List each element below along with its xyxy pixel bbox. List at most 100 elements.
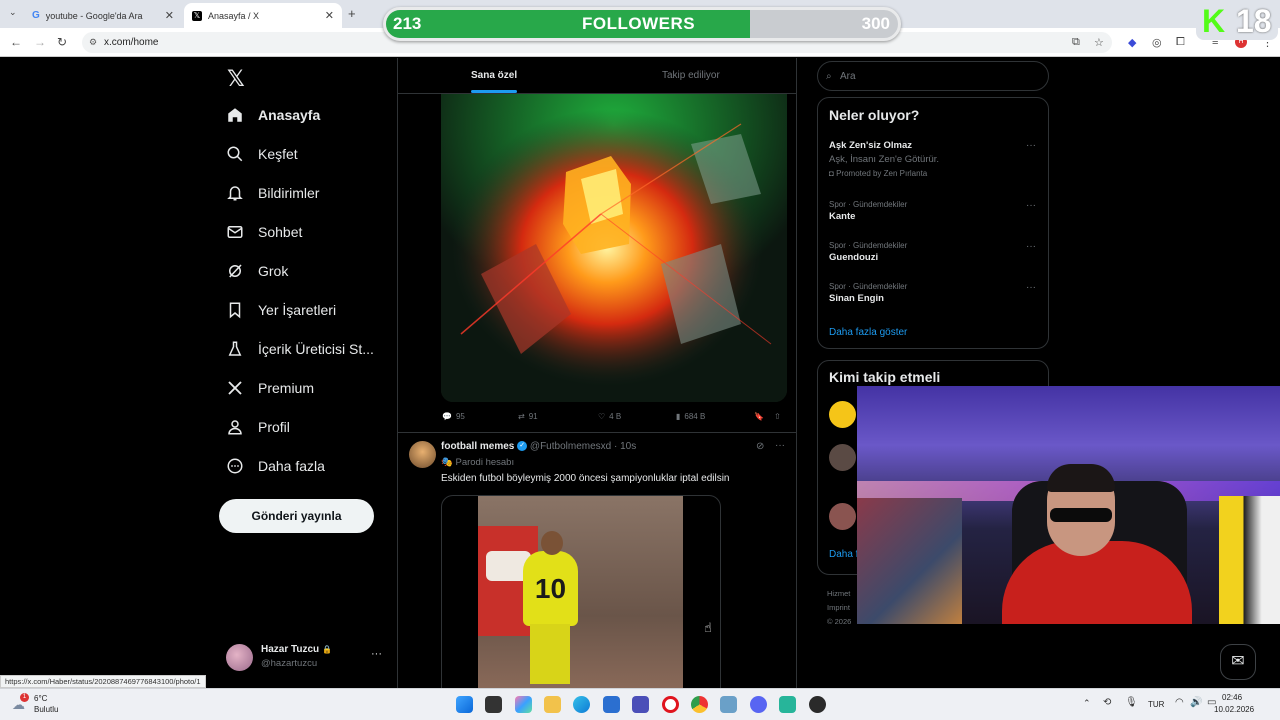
- x-logo-icon[interactable]: 𝕏: [227, 66, 245, 92]
- opera-icon[interactable]: [662, 696, 679, 713]
- tray-chevron-icon[interactable]: ⌃: [1083, 698, 1091, 709]
- search-icon: [227, 146, 243, 162]
- tab-for-you[interactable]: Sana özel: [471, 70, 517, 81]
- clock-date[interactable]: 10.02.2026: [1214, 705, 1254, 714]
- more-icon[interactable]: ···: [1026, 241, 1036, 252]
- footer-link[interactable]: Hizmet: [827, 587, 851, 601]
- home-icon: [228, 108, 242, 122]
- like-action[interactable]: ♡ 4 B: [598, 412, 621, 421]
- close-tab-icon[interactable]: ✕: [325, 9, 334, 22]
- tab-list-chevron-icon[interactable]: ⌄: [9, 7, 17, 18]
- edge-icon[interactable]: [573, 696, 590, 713]
- author-handle[interactable]: @Futbolmemesxd: [530, 441, 611, 452]
- nav-item-premium[interactable]: Premium: [226, 379, 314, 397]
- tweet[interactable]: football memes ✓ @Futbolmemesxd · 10s ⊘ …: [398, 432, 796, 484]
- trend-item[interactable]: Spor · Gündemdekiler Guendouzi: [829, 241, 907, 263]
- views-action[interactable]: ▮ 684 B: [676, 412, 705, 421]
- nav-item-grok[interactable]: Grok: [226, 262, 288, 280]
- teams-icon[interactable]: [632, 696, 649, 713]
- author-name[interactable]: football memes: [441, 441, 514, 452]
- volume-icon[interactable]: 🔊: [1190, 697, 1202, 708]
- tweet-image[interactable]: [441, 94, 787, 402]
- store-icon[interactable]: [603, 696, 620, 713]
- reload-icon[interactable]: ↻: [57, 35, 67, 49]
- nav-item-more[interactable]: Daha fazla: [226, 457, 325, 475]
- nav-item-creator-studio[interactable]: İçerik Üreticisi St...: [226, 340, 374, 358]
- avatar[interactable]: [829, 444, 856, 471]
- more-icon[interactable]: ···: [775, 440, 785, 451]
- clock-time[interactable]: 02:46: [1222, 693, 1242, 702]
- more-icon[interactable]: ···: [1026, 200, 1036, 211]
- nav-label: Sohbet: [258, 224, 303, 240]
- account-switcher[interactable]: Hazar Tuzcu 🔒 @hazartuzcu ···: [226, 642, 391, 672]
- tweet-text: Eskiden futbol böyleymiş 2000 öncesi şam…: [441, 473, 730, 484]
- promoted-trend[interactable]: Aşk Zen'siz Olmaz Aşk, İnsanı Zen'e Götü…: [829, 140, 1034, 178]
- player-legs: [530, 624, 570, 684]
- close-tab-icon[interactable]: ✕: [165, 9, 174, 22]
- copilot-icon[interactable]: [515, 696, 532, 713]
- file-explorer-icon[interactable]: [544, 696, 561, 713]
- more-icon[interactable]: ···: [1026, 282, 1036, 293]
- nav-item-bookmarks[interactable]: Yer İşaretleri: [226, 301, 336, 319]
- nav-label: Anasayfa: [258, 107, 321, 123]
- show-more-link[interactable]: Daha f: [829, 549, 858, 560]
- trend-item[interactable]: Spor · Gündemdekiler Kante: [829, 200, 907, 222]
- tweet-time[interactable]: · 10s: [614, 441, 636, 452]
- trend-item[interactable]: Spor · Gündemdekiler Sinan Engin: [829, 282, 907, 304]
- extension-icon[interactable]: ◎: [1152, 36, 1162, 49]
- reply-icon: 💬: [442, 412, 452, 421]
- nav-item-notifications[interactable]: Bildirimler: [226, 184, 319, 202]
- extension-icon[interactable]: ◆: [1128, 36, 1136, 49]
- reply-action[interactable]: 💬 95: [442, 412, 465, 421]
- extensions-puzzle-icon[interactable]: ⧠: [1176, 36, 1185, 49]
- app-icon[interactable]: [720, 696, 737, 713]
- forward-icon[interactable]: →: [34, 35, 46, 49]
- site-info-icon[interactable]: ⚙: [89, 32, 97, 53]
- kick-badge: K 18: [1196, 2, 1278, 40]
- x-logo-icon: [228, 381, 242, 395]
- retweet-action[interactable]: ⇄ 91: [518, 412, 538, 421]
- start-windows-icon[interactable]: [456, 696, 473, 713]
- more-icon[interactable]: ···: [1026, 140, 1036, 151]
- new-tab-icon[interactable]: +: [348, 6, 356, 21]
- obs-icon[interactable]: [809, 696, 826, 713]
- bookmark-action[interactable]: 🔖: [754, 412, 764, 421]
- avatar[interactable]: [829, 401, 856, 428]
- task-view-icon[interactable]: [485, 696, 502, 713]
- post-button[interactable]: Gönderi yayınla: [219, 499, 374, 533]
- share-action[interactable]: ⇧: [774, 412, 781, 421]
- install-app-icon[interactable]: ⧉: [1072, 36, 1080, 49]
- crystal-image: [441, 94, 787, 402]
- nav-label: Grok: [258, 263, 289, 279]
- app-icon[interactable]: [779, 696, 796, 713]
- tweet-video[interactable]: 10: [441, 495, 721, 695]
- show-more-link[interactable]: Daha fazla göster: [829, 327, 907, 338]
- nav-item-explore[interactable]: Keşfet: [226, 145, 298, 163]
- wifi-icon[interactable]: ◠: [1175, 697, 1184, 708]
- nav-item-messages[interactable]: Sohbet: [226, 223, 302, 241]
- messages-drawer-button[interactable]: ✉: [1220, 644, 1256, 680]
- weather-widget[interactable]: ☁ 1 6°C Bulutlu: [12, 693, 82, 717]
- discord-icon[interactable]: [750, 696, 767, 713]
- search-input[interactable]: ⌕ Ara: [817, 61, 1049, 91]
- nav-item-home[interactable]: Anasayfa: [226, 106, 320, 124]
- tab-google-search[interactable]: G youtube - Google'da Ara ✕: [24, 3, 182, 28]
- more-icon[interactable]: ···: [371, 648, 382, 660]
- tab-following[interactable]: Takip ediliyor: [662, 70, 720, 81]
- chrome-icon[interactable]: [691, 696, 708, 713]
- poster: [1219, 496, 1280, 624]
- tab-x-home[interactable]: 𝕏 Anasayfa / X ✕: [184, 3, 342, 28]
- search-placeholder: Ara: [840, 71, 856, 82]
- bookmark-star-icon[interactable]: ☆: [1094, 36, 1104, 49]
- nav-item-profile[interactable]: Profil: [226, 418, 290, 436]
- grok-icon[interactable]: ⊘: [756, 441, 764, 452]
- microphone-icon[interactable]: 🎙: [1125, 697, 1138, 708]
- google-icon: G: [32, 10, 40, 21]
- footer-link[interactable]: Imprint: [827, 601, 851, 615]
- tray-sync-icon[interactable]: ⟲: [1103, 697, 1111, 708]
- avatar[interactable]: [829, 503, 856, 530]
- avatar[interactable]: [409, 441, 436, 468]
- back-icon[interactable]: ←: [10, 35, 22, 49]
- video-frame: 10: [478, 496, 683, 694]
- language-indicator[interactable]: TUR: [1148, 700, 1164, 709]
